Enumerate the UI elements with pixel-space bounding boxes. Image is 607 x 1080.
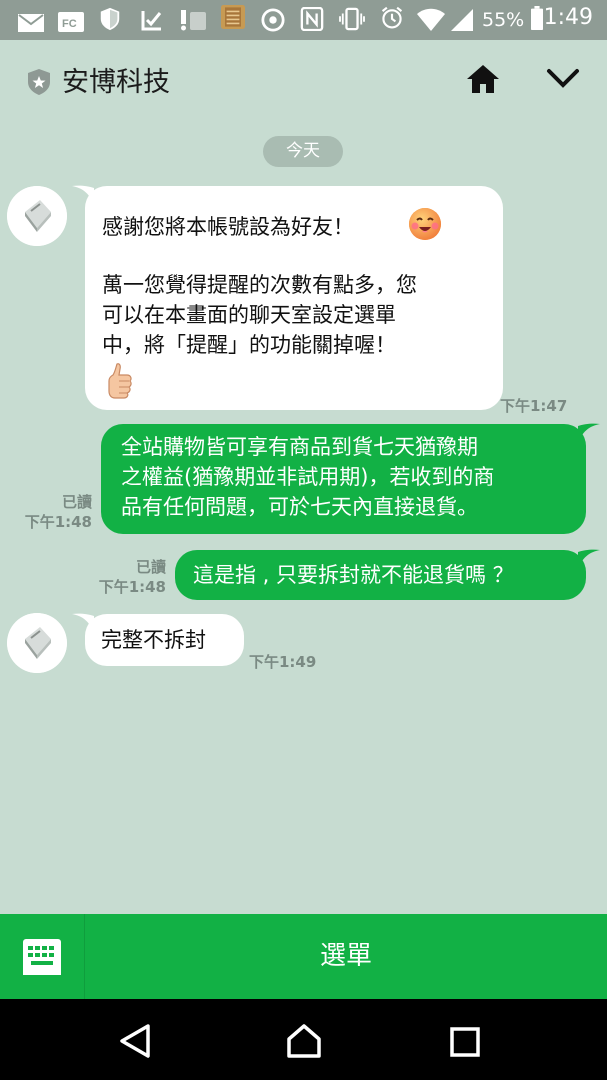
- chevron-down-icon[interactable]: [546, 68, 580, 90]
- bubble-tail: [578, 549, 600, 568]
- message-bubble[interactable]: 這是指 , 只要拆封就不能退貨嗎 ？: [175, 550, 586, 600]
- app-thumbnail-icon: [221, 5, 245, 29]
- back-icon[interactable]: [118, 1023, 152, 1059]
- message-text: 中，將「提醒」的功能關掉喔！: [102, 333, 396, 357]
- keyboard-icon: [23, 939, 61, 975]
- message-bubble[interactable]: 感謝您將本帳號設為好友！ 萬一您覺得提醒的次數有點多，您 可以在本畫面的聊天室設…: [85, 186, 503, 410]
- fc-app-icon: FC: [58, 12, 84, 32]
- message-text: 感謝您將本帳號設為好友！: [102, 215, 354, 239]
- message-time: 下午1:48: [98, 578, 166, 596]
- keyboard-toggle-button[interactable]: [0, 914, 85, 999]
- message-text: 這是指 , 只要拆封就不能退貨嗎 ？: [193, 563, 514, 587]
- read-receipt: 已讀: [135, 558, 166, 576]
- message-time: 下午1:49: [249, 653, 317, 671]
- official-account-badge-icon: [28, 69, 50, 95]
- shield-status-icon: [100, 7, 120, 31]
- clock: 1:49: [543, 5, 593, 30]
- menu-button[interactable]: 選單: [85, 914, 607, 999]
- message-time: 下午1:47: [500, 397, 568, 415]
- avatar[interactable]: [7, 186, 67, 246]
- message-text: 之權益(猶豫期並非試用期)，若收到的商: [121, 465, 495, 489]
- read-receipt: 已讀: [61, 493, 92, 511]
- recent-apps-icon[interactable]: [450, 1027, 480, 1057]
- chat-header: 安博科技: [0, 40, 607, 124]
- thumbs-up-emoji-icon: [108, 363, 132, 399]
- message-bubble[interactable]: 完整不拆封: [85, 614, 244, 666]
- navigation-bar: [0, 999, 607, 1080]
- message-text: 完整不拆封: [101, 628, 206, 652]
- battery-icon: [531, 6, 543, 30]
- home-nav-icon[interactable]: [286, 1023, 322, 1059]
- alert-app-icon: [181, 10, 206, 31]
- message-text: 全站購物皆可享有商品到貨七天猶豫期: [121, 435, 478, 459]
- signal-icon: [451, 9, 473, 31]
- message-text: 萬一您覺得提醒的次數有點多，您: [102, 273, 417, 297]
- rich-menu-bar: 選單: [0, 914, 607, 999]
- alarm-icon: [381, 6, 403, 29]
- message-time: 下午1:48: [24, 513, 92, 531]
- wifi-icon: [417, 8, 445, 31]
- sync-icon: [261, 8, 285, 32]
- status-bar: FC 55% 1:49: [0, 0, 607, 40]
- message-text: 可以在本畫面的聊天室設定選單: [102, 303, 396, 327]
- svg-text:FC: FC: [62, 18, 77, 30]
- message-bubble[interactable]: 全站購物皆可享有商品到貨七天猶豫期 之權益(猶豫期並非試用期)，若收到的商 品有…: [101, 424, 586, 534]
- smiling-face-emoji-icon: [409, 208, 441, 240]
- chat-title: 安博科技: [62, 67, 170, 98]
- check-arrow-icon: [141, 11, 162, 31]
- mail-icon: [18, 14, 44, 32]
- nfc-icon: [300, 7, 324, 31]
- message-text: 品有任何問題，可於七天內直接退貨。: [121, 495, 478, 519]
- battery-percent: 55%: [482, 9, 525, 31]
- home-icon[interactable]: [466, 64, 500, 94]
- bubble-tail: [578, 423, 600, 442]
- avatar[interactable]: [7, 613, 67, 673]
- date-separator: 今天: [263, 136, 343, 167]
- vibrate-icon: [339, 7, 365, 31]
